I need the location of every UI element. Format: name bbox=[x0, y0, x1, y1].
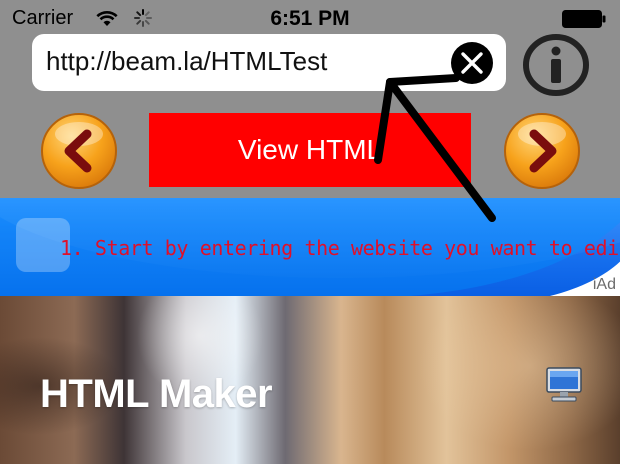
hero-title: HTML Maker bbox=[40, 372, 273, 416]
chevron-left-icon[interactable] bbox=[40, 112, 118, 190]
status-time: 6:51 PM bbox=[270, 7, 350, 30]
view-html-button[interactable]: View HTML bbox=[149, 113, 471, 187]
chevron-right-icon[interactable] bbox=[503, 112, 581, 190]
status-bar: Carrier 6:51 PM bbox=[0, 0, 620, 34]
iad-badge: iAd bbox=[592, 276, 616, 293]
computer-icon[interactable] bbox=[544, 366, 584, 404]
url-input[interactable]: http://beam.la/HTMLTest bbox=[32, 34, 506, 91]
url-input-value: http://beam.la/HTMLTest bbox=[46, 46, 328, 76]
close-icon[interactable] bbox=[450, 41, 494, 85]
info-icon[interactable] bbox=[520, 32, 592, 98]
hero-photo: HTML Maker bbox=[0, 296, 620, 464]
ad-text: 1. Start by entering the website you wan… bbox=[60, 236, 620, 260]
ad-banner[interactable]: 1. Start by entering the website you wan… bbox=[0, 198, 620, 296]
battery-icon bbox=[562, 10, 606, 28]
